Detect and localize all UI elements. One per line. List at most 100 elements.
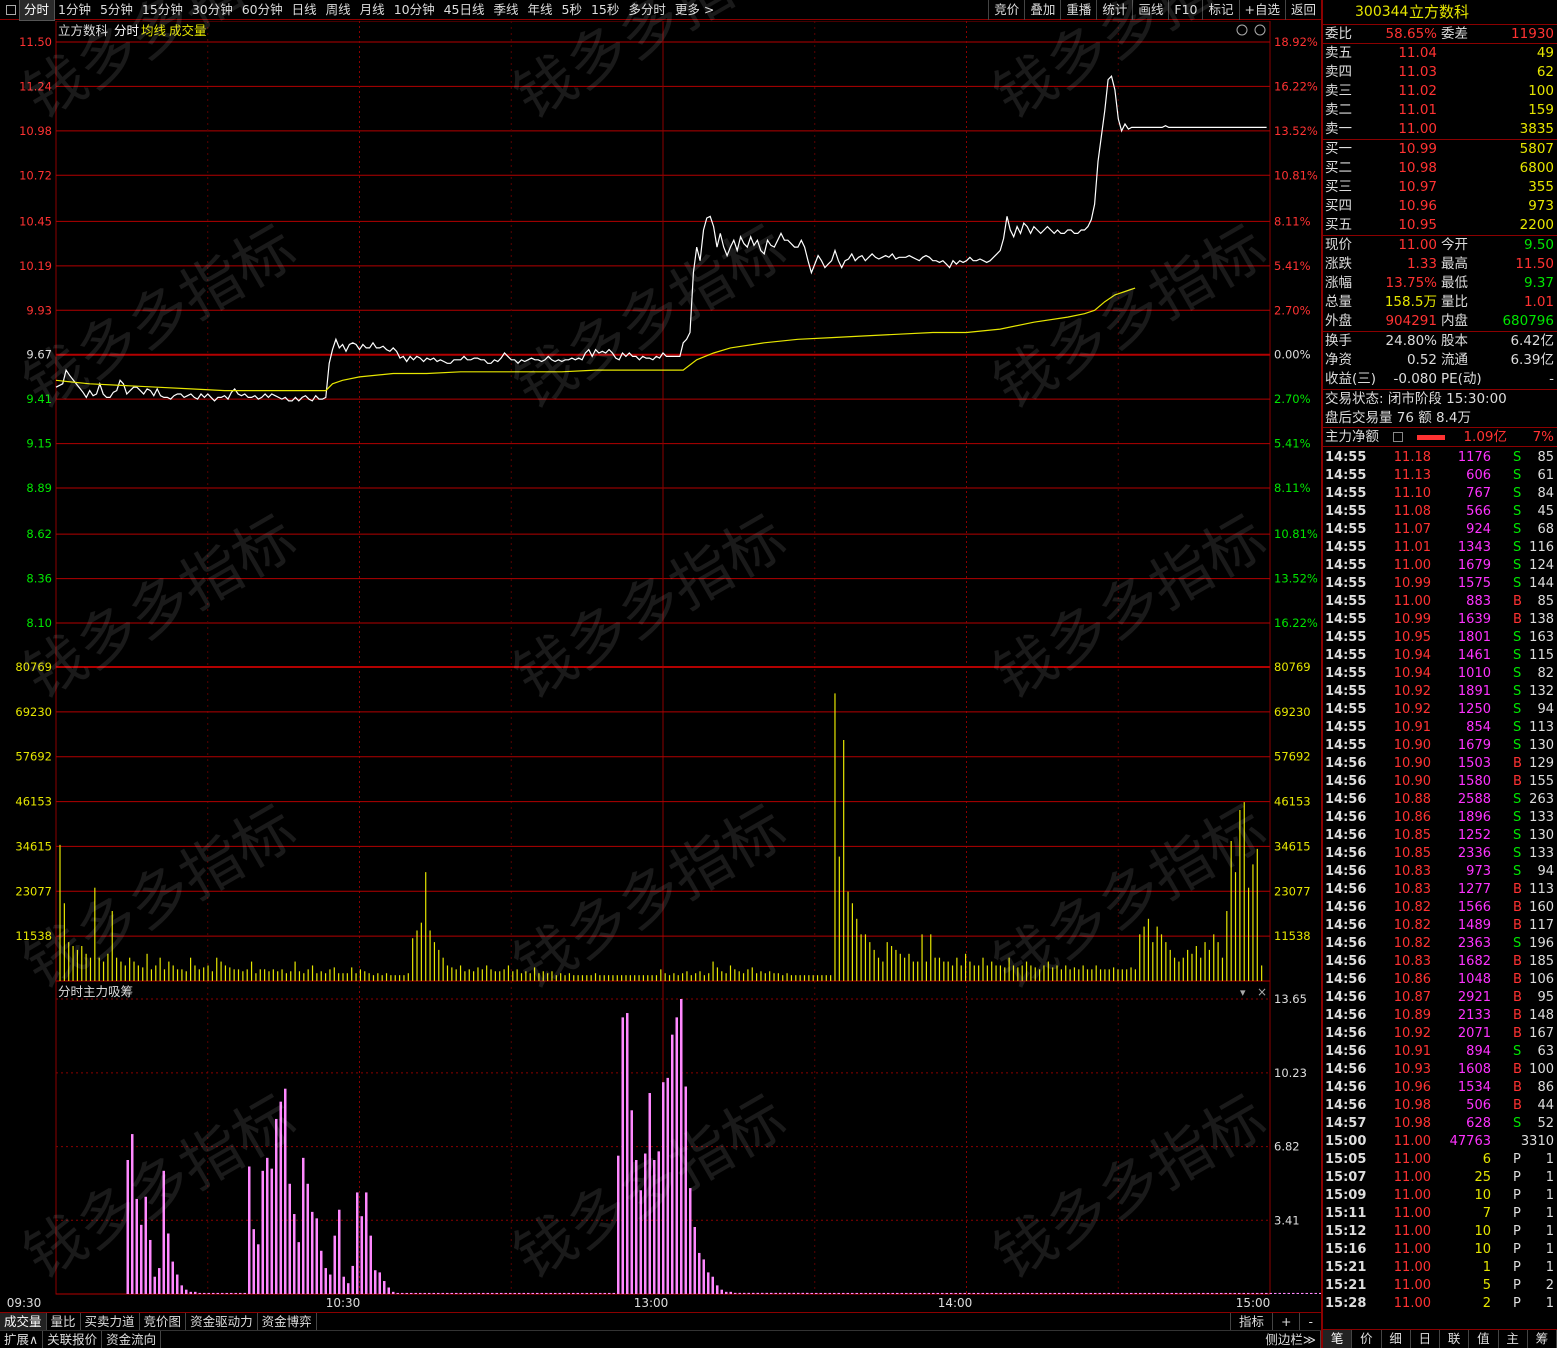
panel-tab[interactable]: 主 <box>1499 1330 1528 1348</box>
extension-tab[interactable]: 资金流向 <box>102 1331 162 1348</box>
timeframe-tab[interactable]: 5秒 <box>558 0 587 20</box>
indicator-bar <box>977 1292 980 1294</box>
dropdown-icon[interactable]: ▾ <box>1240 986 1246 999</box>
panel-tab[interactable]: 价 <box>1352 1330 1382 1348</box>
book-row[interactable]: 买五 10.95 2200 <box>1323 216 1557 235</box>
intraday-chart: 11.50 18.92% 11.24 16.22% 10.98 13.52% 10.72 10… <box>0 21 1321 1312</box>
timeframe-tab[interactable]: 15秒 <box>587 0 624 20</box>
toolbar-button[interactable]: 重播 <box>1060 0 1096 20</box>
timeframe-tab[interactable]: 分时 <box>18 0 56 21</box>
tick-row: 14:55 10.92 1891 S 132 <box>1323 683 1557 701</box>
indicator-bar <box>720 1289 723 1294</box>
toolbar-button[interactable]: 统计 <box>1096 0 1132 20</box>
indicator-control-button[interactable]: - <box>1299 1313 1321 1330</box>
indicator-tab[interactable]: 买卖力道 <box>81 1313 140 1330</box>
zoom-in-icon[interactable] <box>1236 24 1248 36</box>
indicator-tab[interactable]: 资金驱动力 <box>186 1313 258 1330</box>
indicator-tab[interactable]: 量比 <box>47 1313 81 1330</box>
toolbar-button[interactable]: 画线 <box>1132 0 1168 20</box>
book-row[interactable]: 买三 10.97 355 <box>1323 178 1557 197</box>
price-label: 10.72 <box>19 168 52 182</box>
tick-count: 68 <box>1537 522 1554 537</box>
timeframe-tab[interactable]: 多分时 <box>624 0 671 20</box>
book-row[interactable]: 卖五 11.04 49 <box>1323 44 1557 63</box>
tick-list[interactable]: 14:55 11.18 1176 S 85 14:55 11.13 606 S 61 14:55 11… <box>1323 447 1557 1313</box>
panel-tab[interactable]: 日 <box>1411 1330 1440 1348</box>
timeframe-tab[interactable]: 15分钟 <box>138 0 188 20</box>
indicator-control-button[interactable]: 指标 <box>1229 1313 1272 1330</box>
indicator-bar <box>806 1292 809 1294</box>
toolbar-button[interactable]: +自选 <box>1238 0 1285 20</box>
tick-side: S <box>1513 684 1522 699</box>
tick-row: 14:56 10.83 1682 B 185 <box>1323 953 1557 971</box>
stat-value: 0.52 <box>1406 352 1437 368</box>
indicator-tab[interactable]: 竞价图 <box>140 1313 187 1330</box>
time-label: 14:00 <box>938 1296 973 1310</box>
indicator-bar <box>531 1292 534 1294</box>
tick-row: 14:56 10.93 1608 B 100 <box>1323 1061 1557 1079</box>
timeframe-tab[interactable]: 60分钟 <box>238 0 288 20</box>
close-icon[interactable]: × <box>1257 985 1267 999</box>
tick-time: 15:16 <box>1325 1242 1367 1257</box>
book-row[interactable]: 买二 10.98 6800 <box>1323 159 1557 178</box>
indicator-bar <box>932 1292 935 1294</box>
panel-tab[interactable]: 笔 <box>1323 1330 1353 1348</box>
tick-time: 14:56 <box>1325 774 1367 789</box>
timeframe-tab[interactable]: 1分钟 <box>54 0 96 20</box>
tick-side: B <box>1513 1008 1522 1023</box>
timeframe-tab[interactable]: 年线 <box>524 0 558 20</box>
panel-tab[interactable]: 值 <box>1469 1330 1499 1348</box>
book-row[interactable]: 卖三 11.02 100 <box>1323 82 1557 101</box>
indicator-bar <box>846 1292 849 1294</box>
timeframe-tab[interactable]: 日线 <box>288 0 322 20</box>
indicator-bar <box>378 1272 381 1294</box>
indicator-bar <box>662 1082 665 1294</box>
tick-volume: 1343 <box>1457 540 1491 555</box>
indicator-bar <box>788 1292 791 1294</box>
indicator-control-button[interactable]: + <box>1272 1313 1299 1330</box>
timeframe-tab[interactable]: 45日线 <box>440 0 490 20</box>
timeframe-tab[interactable]: 30分钟 <box>188 0 238 20</box>
timeframe-tab[interactable]: 更多 > <box>671 0 719 20</box>
toolbar-button[interactable]: 返回 <box>1284 0 1321 20</box>
toolbar-button[interactable]: 竞价 <box>988 0 1024 20</box>
toolbar-button[interactable]: 标记 <box>1202 0 1238 20</box>
window-icon[interactable] <box>6 4 16 15</box>
panel-tab[interactable]: 细 <box>1382 1330 1411 1348</box>
zoom-out-icon[interactable] <box>1254 24 1266 36</box>
panel-tab[interactable]: 筹 <box>1528 1330 1557 1348</box>
stat-label: 量比 <box>1441 294 1468 310</box>
sidebar-toggle[interactable]: 侧边栏≫ <box>1261 1331 1321 1348</box>
tick-volume: 2336 <box>1457 846 1491 861</box>
panel-tab[interactable]: 联 <box>1440 1330 1470 1348</box>
tick-volume: 1048 <box>1457 972 1491 987</box>
tick-volume: 1489 <box>1457 918 1491 933</box>
tick-side: S <box>1513 792 1522 807</box>
book-row[interactable]: 卖二 11.01 159 <box>1323 101 1557 120</box>
toolbar-button[interactable]: 叠加 <box>1024 0 1060 20</box>
indicator-bar <box>734 1292 737 1294</box>
extension-tab[interactable]: 扩展∧ <box>0 1331 44 1348</box>
indicator-bar <box>1224 1292 1227 1294</box>
indicator-tab[interactable]: 资金博弈 <box>258 1313 317 1330</box>
timeframe-tab[interactable]: 季线 <box>490 0 524 20</box>
list-icon[interactable] <box>1393 432 1403 442</box>
book-row[interactable]: 买四 10.96 973 <box>1323 197 1557 216</box>
book-row[interactable]: 卖一 11.00 3835 <box>1323 120 1557 139</box>
main-force-row[interactable]: 主力净额 1.09亿 7% <box>1323 428 1557 447</box>
indicator-bar <box>1256 1292 1259 1294</box>
timeframe-tab[interactable]: 月线 <box>356 0 390 20</box>
timeframe-tab[interactable]: 周线 <box>322 0 356 20</box>
indicator-bar <box>401 1292 404 1294</box>
tick-count: 1 <box>1545 1206 1554 1221</box>
book-row[interactable]: 卖四 11.03 62 <box>1323 63 1557 82</box>
extension-tab[interactable]: 关联报价 <box>43 1331 103 1348</box>
indicator-bar <box>464 1292 467 1294</box>
book-row[interactable]: 买一 10.99 5807 <box>1323 140 1557 159</box>
timeframe-tab[interactable]: 10分钟 <box>390 0 440 20</box>
toolbar-button[interactable]: F10 <box>1168 0 1202 20</box>
book-price: 11.00 <box>1398 121 1437 137</box>
indicator-tab[interactable]: 成交量 <box>0 1313 47 1330</box>
timeframe-tab[interactable]: 5分钟 <box>96 0 138 20</box>
indicator-bar <box>347 1283 350 1294</box>
